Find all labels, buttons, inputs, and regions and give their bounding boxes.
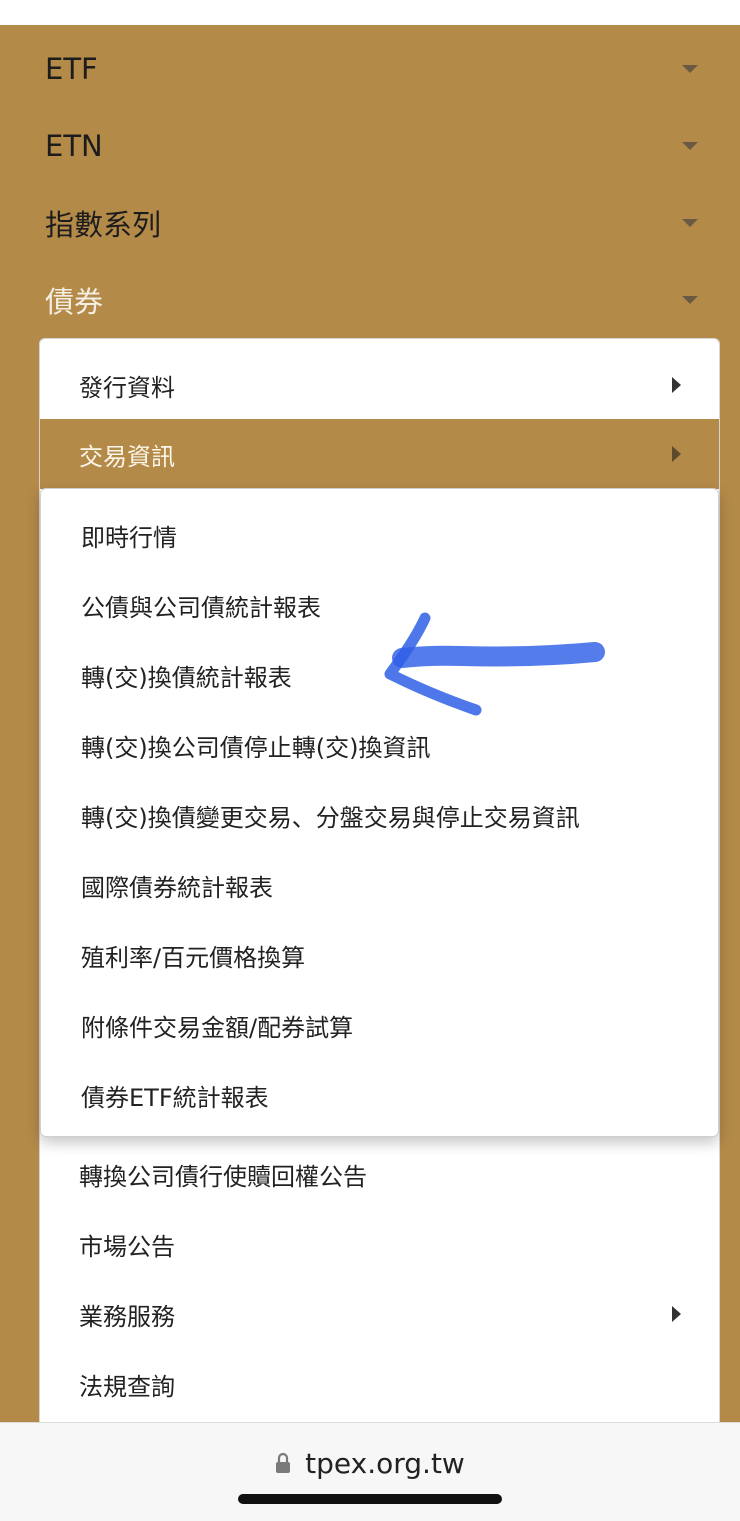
submenu-item-issuance-data[interactable]: 發行資料 xyxy=(40,350,719,420)
submenu-item-label: 發行資料 xyxy=(79,373,175,402)
annotation-arrow-icon xyxy=(384,612,605,716)
submenu-item-label: 法規查詢 xyxy=(79,1372,175,1401)
submenu2-item-label: 附條件交易金額/配券試算 xyxy=(81,1013,354,1042)
nav-item-bonds[interactable]: 債券 xyxy=(0,261,740,338)
nav-item-etn[interactable]: ETN xyxy=(0,107,740,184)
submenu-item-redemption-announcement[interactable]: 轉換公司債行使贖回權公告 xyxy=(40,1139,719,1209)
nav-item-label: ETN xyxy=(45,128,103,163)
lock-icon xyxy=(276,1452,291,1473)
submenu2-item-label: 債券ETF統計報表 xyxy=(81,1083,269,1112)
caret-right-icon xyxy=(672,377,681,393)
submenu2-item-yield-price-calc[interactable]: 殖利率/百元價格換算 xyxy=(41,920,718,990)
submenu2-item-label: 殖利率/百元價格換算 xyxy=(81,943,306,972)
caret-down-icon xyxy=(682,218,698,227)
caret-right-icon xyxy=(672,446,681,462)
submenu-item-label: 業務服務 xyxy=(79,1302,175,1331)
submenu2-item-label: 公債與公司債統計報表 xyxy=(81,593,321,622)
caret-right-icon xyxy=(672,1306,681,1322)
submenu-item-label: 交易資訊 xyxy=(79,442,175,471)
submenu2-item-repo-calc[interactable]: 附條件交易金額/配券試算 xyxy=(41,990,718,1060)
submenu2-item-label: 即時行情 xyxy=(81,523,177,552)
trading-info-submenu: 即時行情 公債與公司債統計報表 轉(交)換債統計報表 轉(交)換公司債停止轉(交… xyxy=(40,488,719,1137)
submenu-item-business-services[interactable]: 業務服務 xyxy=(40,1279,719,1349)
submenu-item-regulations[interactable]: 法規查詢 xyxy=(40,1349,719,1419)
nav-item-label: 債券 xyxy=(45,284,104,319)
nav-item-index-series[interactable]: 指數系列 xyxy=(0,184,740,261)
nav-item-label: 指數系列 xyxy=(45,207,162,242)
submenu2-item-intl-bond-stats[interactable]: 國際債券統計報表 xyxy=(41,850,718,920)
submenu2-item-conversion-suspension[interactable]: 轉(交)換公司債停止轉(交)換資訊 xyxy=(41,710,718,780)
caret-down-icon xyxy=(682,141,698,150)
submenu2-item-bond-etf-stats[interactable]: 債券ETF統計報表 xyxy=(41,1060,718,1130)
submenu-item-label: 轉換公司債行使贖回權公告 xyxy=(79,1162,367,1191)
nav-item-label: ETF xyxy=(45,51,98,86)
submenu2-item-label: 國際債券統計報表 xyxy=(81,873,273,902)
browser-url-bar[interactable]: tpex.org.tw xyxy=(0,1422,740,1521)
submenu2-item-realtime-quotes[interactable]: 即時行情 xyxy=(41,500,718,570)
caret-down-icon xyxy=(682,295,698,304)
home-indicator[interactable] xyxy=(238,1494,502,1504)
submenu-item-trading-info[interactable]: 交易資訊 xyxy=(40,419,719,489)
submenu2-item-label: 轉(交)換公司債停止轉(交)換資訊 xyxy=(81,733,431,762)
submenu2-item-trading-change-info[interactable]: 轉(交)換債變更交易、分盤交易與停止交易資訊 xyxy=(41,780,718,850)
nav-item-etf[interactable]: ETF xyxy=(0,30,740,107)
submenu2-item-label: 轉(交)換債統計報表 xyxy=(81,663,292,692)
submenu2-item-label: 轉(交)換債變更交易、分盤交易與停止交易資訊 xyxy=(81,803,580,832)
url-text: tpex.org.tw xyxy=(305,1446,465,1480)
top-strip xyxy=(0,0,740,25)
submenu-item-label: 市場公告 xyxy=(79,1232,175,1261)
caret-down-icon xyxy=(682,64,698,73)
submenu-item-market-announcement[interactable]: 市場公告 xyxy=(40,1209,719,1279)
